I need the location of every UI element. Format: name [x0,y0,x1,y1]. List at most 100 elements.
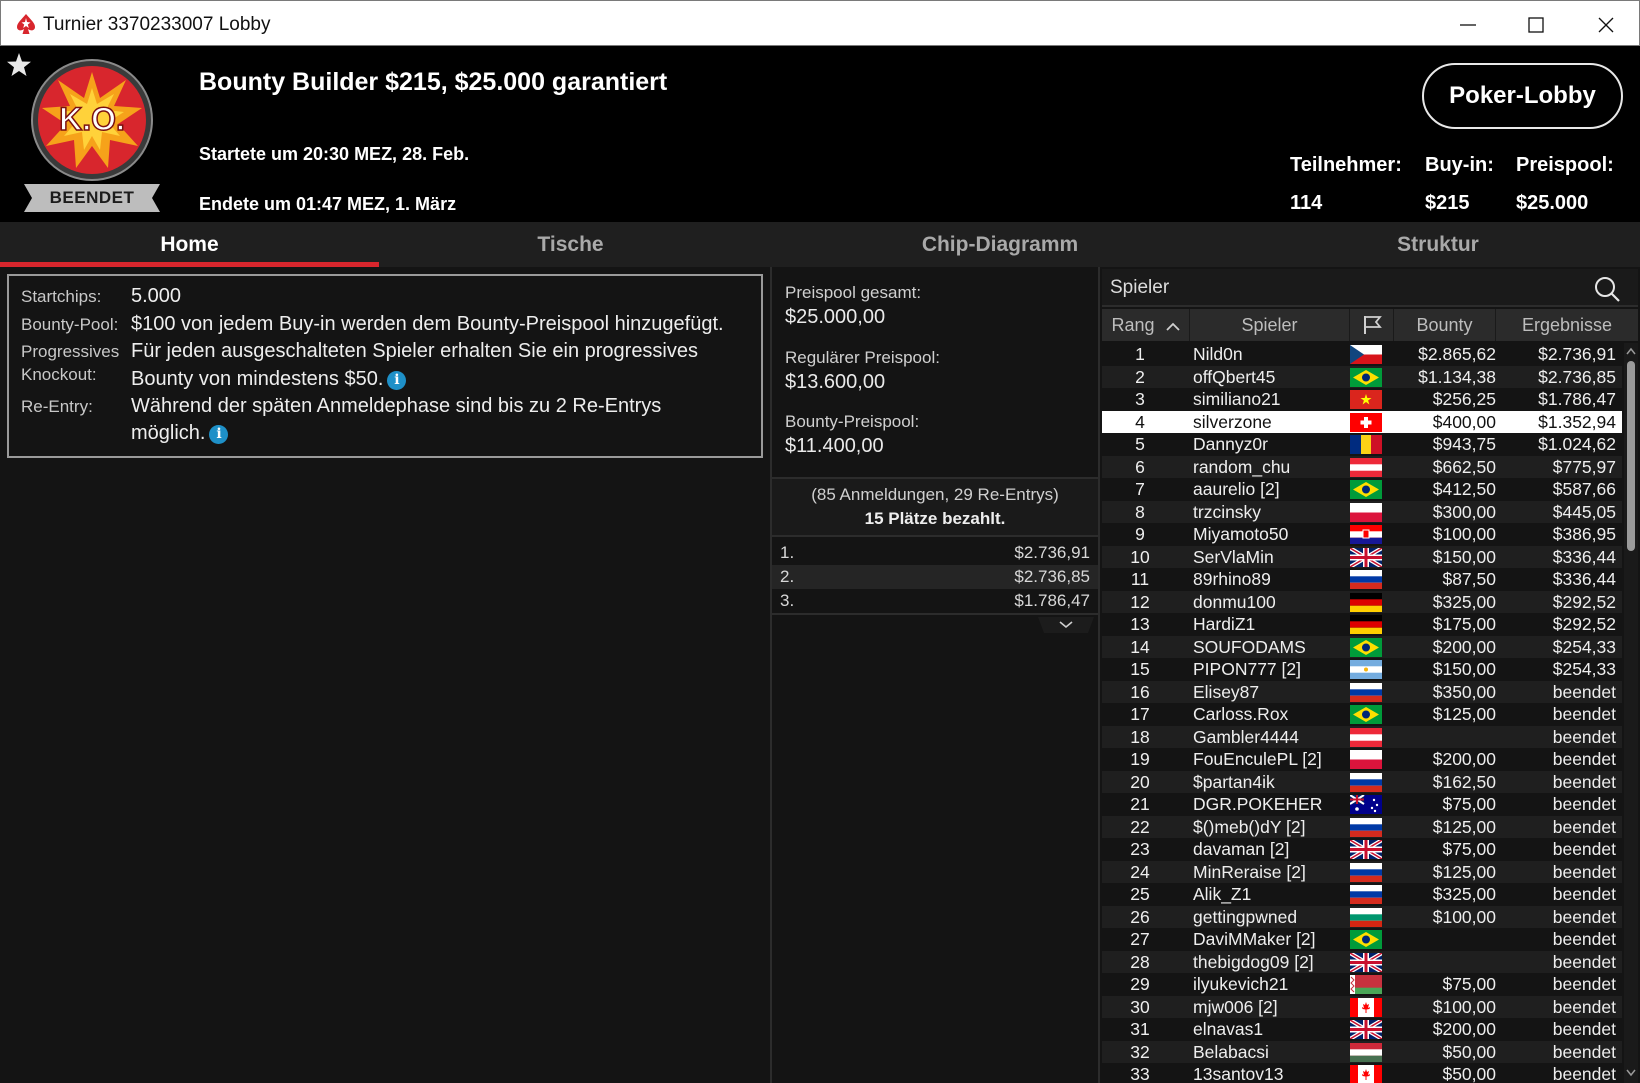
player-row[interactable]: 29 ilyukevich21 $75,00 beendet [1102,973,1622,996]
player-rank: 8 [1135,501,1145,522]
scroll-up-icon[interactable] [1626,347,1636,355]
player-bounty: $50,00 [1442,1041,1496,1062]
player-row[interactable]: 20 $partan4ik $162,50 beendet [1102,770,1622,793]
country-flag-icon [1350,570,1382,589]
participants-label: Teilnehmer: [1290,154,1402,176]
player-result: beendet [1552,681,1616,702]
column-header-rank[interactable]: Rang [1102,309,1190,341]
scroll-down-icon[interactable] [1626,1069,1636,1077]
country-flag-icon [1350,952,1382,972]
player-row[interactable]: 7 aaurelio [2] $412,50 $587,66 [1102,478,1622,501]
country-flag-icon [1350,480,1382,499]
player-bounty: $350,00 [1432,681,1496,702]
player-result: beendet [1552,996,1616,1017]
country-flag-icon [1350,547,1382,567]
bountypool-value: $100 von jedem Buy-in werden dem Bounty-… [131,313,724,335]
pokerstars-spade-icon [17,14,35,34]
country-flag-icon [1350,1065,1382,1083]
column-header-bounty[interactable]: Bounty [1394,309,1496,341]
player-name: trzcinsky [1193,501,1262,522]
info-icon[interactable]: i [387,371,407,390]
country-flag-icon [1350,975,1382,994]
player-row[interactable]: 10 SerVlaMin $150,00 $336,44 [1102,545,1622,568]
player-row[interactable]: 21 DGR.POKEHER $75,00 beendet [1102,793,1622,816]
tournament-info-box: Startchips: 5.000 Bounty-Pool: $100 von … [7,274,763,458]
player-row[interactable]: 26 gettingpwned $100,00 beendet [1102,905,1622,928]
player-row[interactable]: 23 davaman [2] $75,00 beendet [1102,838,1622,861]
player-name: Belabacsi [1193,1041,1269,1062]
tab-home[interactable]: Home [0,222,379,267]
country-flag-icon [1350,727,1382,747]
player-search-bar [1102,269,1638,307]
player-name: 13santov13 [1193,1064,1284,1083]
player-result: beendet [1552,1064,1616,1083]
player-row[interactable]: 4 silverzone $400,00 $1.352,94 [1102,410,1622,433]
search-icon[interactable] [1593,275,1621,303]
player-result: beendet [1552,726,1616,747]
player-row[interactable]: 30 mjw006 [2] $100,00 beendet [1102,995,1622,1018]
players-scrollbar[interactable] [1624,343,1638,1083]
country-flag-icon [1350,615,1382,634]
player-row[interactable]: 18 Gambler4444 beendet [1102,725,1622,748]
player-row[interactable]: 14 SOUFODAMS $200,00 $254,33 [1102,635,1622,658]
player-row[interactable]: 33 13santov13 $50,00 beendet [1102,1063,1622,1083]
player-name: gettingpwned [1193,906,1298,927]
player-row[interactable]: 12 donmu100 $325,00 $292,52 [1102,590,1622,613]
tab-structure[interactable]: Struktur [1238,222,1638,267]
player-name: ilyukevich21 [1193,974,1289,994]
knockout-logo-icon: K.O. [31,59,153,181]
close-window-button[interactable] [1571,1,1640,47]
player-row[interactable]: 13 HardiZ1 $175,00 $292,52 [1102,613,1622,636]
player-bounty: $256,25 [1432,389,1496,409]
players-table-body: 1 Nild0n $2.865,62 $2.736,91 2 offQbert45 $1.1… [1102,343,1622,1083]
reentry-label: Re-Entry: [21,397,93,416]
player-name: aaurelio [2] [1193,479,1280,499]
player-row[interactable]: 8 trzcinsky $300,00 $445,05 [1102,500,1622,523]
scrollbar-thumb[interactable] [1627,361,1635,551]
player-rank: 10 [1130,546,1150,567]
column-header-results[interactable]: Ergebnisse [1496,309,1638,341]
player-name: offQbert45 [1193,366,1276,387]
player-bounty: $50,00 [1442,1064,1496,1083]
favorite-star-icon[interactable] [6,52,32,78]
player-row[interactable]: 15 PIPON777 [2] $150,00 $254,33 [1102,658,1622,681]
bountypool-label: Bounty-Pool: [21,315,119,334]
player-result: $254,33 [1552,659,1616,679]
expand-payouts-chevron-icon[interactable] [1038,617,1094,633]
player-row[interactable]: 1 Nild0n $2.865,62 $2.736,91 [1102,343,1622,366]
player-row[interactable]: 17 Carloss.Rox $125,00 beendet [1102,703,1622,726]
player-row[interactable]: 22 $()meb()dY [2] $125,00 beendet [1102,815,1622,838]
minimize-button[interactable] [1433,1,1503,47]
player-row[interactable]: 32 Belabacsi $50,00 beendet [1102,1040,1622,1063]
player-row[interactable]: 24 MinReraise [2] $125,00 beendet [1102,860,1622,883]
player-row[interactable]: 16 Elisey87 $350,00 beendet [1102,680,1622,703]
player-row[interactable]: 11 89rhino89 $87,50 $336,44 [1102,568,1622,591]
tab-chip-chart[interactable]: Chip-Diagramm [762,222,1238,267]
player-bounty: $125,00 [1432,704,1496,724]
player-bounty: $150,00 [1432,546,1496,567]
player-row[interactable]: 3 similiano21 $256,25 $1.786,47 [1102,388,1622,411]
player-name: Alik_Z1 [1193,884,1252,904]
column-header-country[interactable] [1350,309,1394,341]
player-row[interactable]: 9 Miyamoto50 $100,00 $386,95 [1102,523,1622,546]
player-row[interactable]: 2 offQbert45 $1.134,38 $2.736,85 [1102,365,1622,388]
player-row[interactable]: 5 Dannyz0r $943,75 $1.024,62 [1102,433,1622,456]
player-row[interactable]: 28 thebigdog09 [2] beendet [1102,950,1622,973]
info-icon[interactable]: i [209,425,229,444]
player-row[interactable]: 6 random_chu $662,50 $775,97 [1102,455,1622,478]
close-icon [1598,17,1614,33]
player-rank: 7 [1135,479,1145,499]
player-result: beendet [1552,771,1616,792]
player-row[interactable]: 31 elnavas1 $200,00 beendet [1102,1018,1622,1041]
poker-lobby-button[interactable]: Poker-Lobby [1422,63,1623,129]
bounty-prizepool-label: Bounty-Preispool: [785,412,920,431]
player-row[interactable]: 19 FouEnculePL [2] $200,00 beendet [1102,748,1622,771]
country-flag-icon [1350,840,1382,859]
maximize-button[interactable] [1501,1,1571,47]
player-row[interactable]: 25 Alik_Z1 $325,00 beendet [1102,883,1622,906]
player-row[interactable]: 27 DaviMMaker [2] beendet [1102,928,1622,951]
country-flag-icon [1350,997,1382,1017]
column-header-player[interactable]: Spieler [1190,309,1350,341]
player-search-input[interactable] [1110,275,1570,301]
tab-tables[interactable]: Tische [379,222,762,267]
